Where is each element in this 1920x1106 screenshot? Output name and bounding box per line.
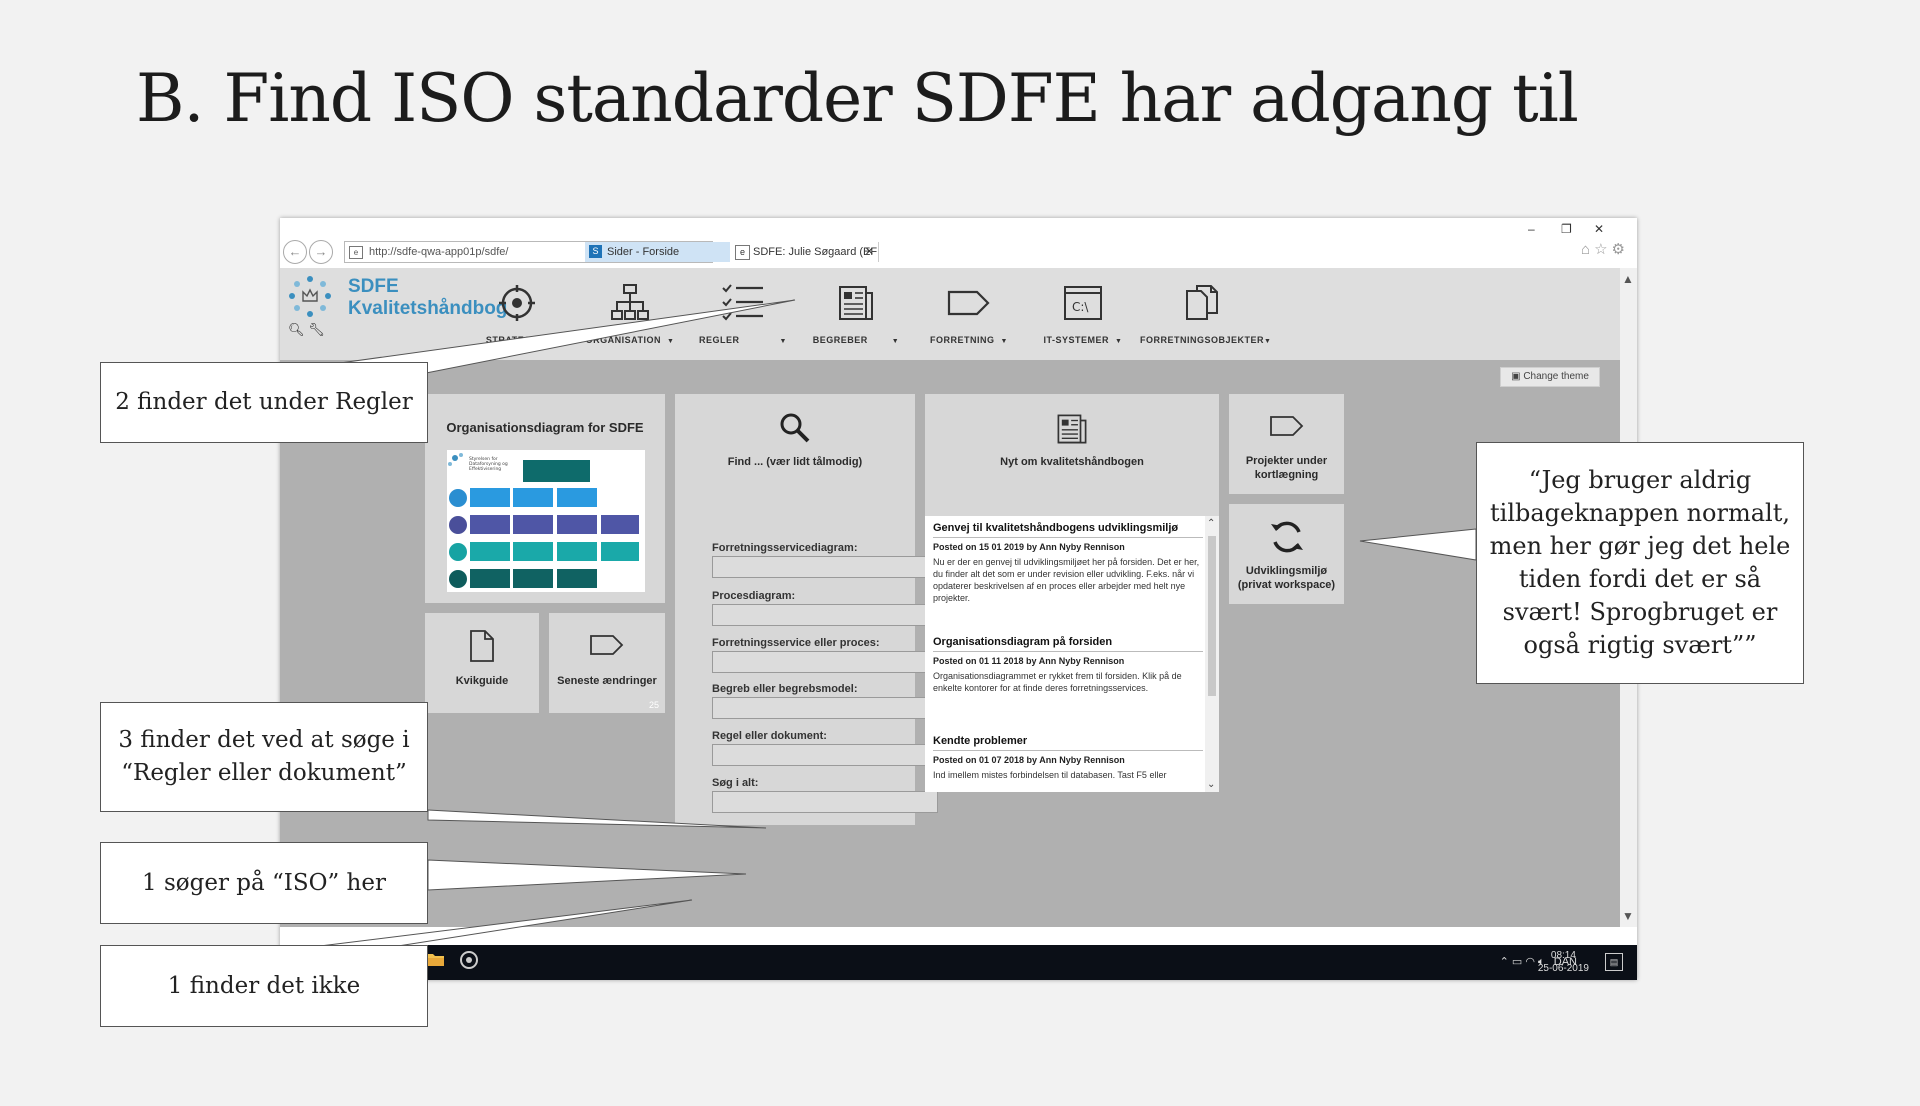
callout-text: 3 finder det ved at søge i xyxy=(118,727,410,753)
callout-regler: 2 finder det under Regler xyxy=(100,362,428,443)
callout-quote: “Jeg bruger aldrig tilbageknappen normal… xyxy=(1476,442,1804,684)
pointer-soege xyxy=(427,809,767,829)
callout-iso: 1 søger på “ISO” her xyxy=(100,842,428,924)
callout-text: “Regler eller dokument” xyxy=(121,760,407,786)
pointer-iso xyxy=(427,859,747,891)
callout-soege: 3 finder det ved at søge i “Regler eller… xyxy=(100,702,428,812)
callout-ikke: 1 finder det ikke xyxy=(100,945,428,1027)
callout-text: 2 finder det under Regler xyxy=(115,389,413,415)
callout-text: 1 finder det ikke xyxy=(167,972,361,999)
pointer-quote xyxy=(1359,528,1477,561)
callout-text: 1 søger på “ISO” her xyxy=(142,869,386,896)
callout-text: “Jeg bruger aldrig tilbageknappen normal… xyxy=(1489,466,1791,659)
